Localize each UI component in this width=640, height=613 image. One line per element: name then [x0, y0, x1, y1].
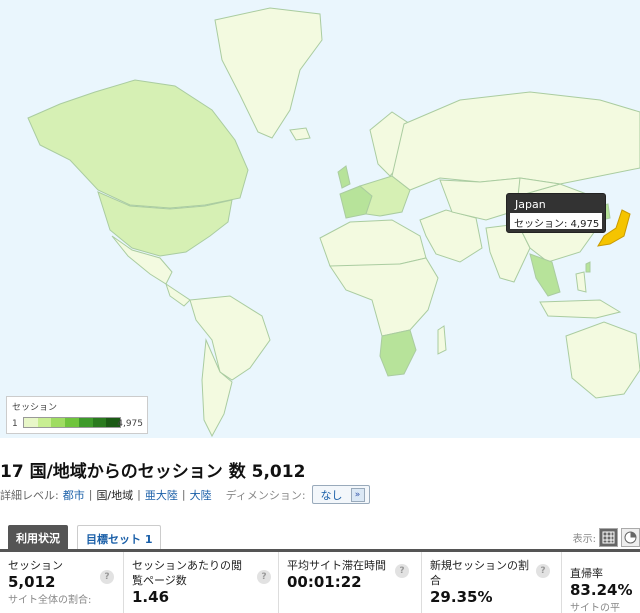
- metric-sub: サイトの平均:: [570, 603, 620, 613]
- metric-label: 新規セッションの割合: [430, 559, 529, 587]
- dimension-select-value: なし: [320, 488, 343, 502]
- country-australia[interactable]: [565, 321, 640, 399]
- metric-label: 直帰率: [570, 567, 603, 580]
- metric-pages-per-session: セッションあたりの閲覧ページ数 1.46 ?: [124, 552, 279, 613]
- country-indonesia[interactable]: [539, 299, 622, 319]
- dimension-label: ディメンション:: [225, 488, 306, 502]
- region-middle-east[interactable]: [419, 209, 483, 263]
- table-view-icon[interactable]: [599, 528, 618, 547]
- world-map[interactable]: Japan セッション: 4,975 セッション 1 4,975: [0, 0, 640, 438]
- separator: |: [88, 488, 93, 501]
- metric-value: 1.46: [132, 588, 170, 606]
- map-legend: セッション 1 4,975: [6, 396, 148, 434]
- help-icon[interactable]: ?: [257, 570, 271, 584]
- country-taiwan[interactable]: [585, 261, 591, 273]
- detail-link-country[interactable]: 国/地域: [96, 487, 133, 503]
- region-central-america[interactable]: [165, 282, 191, 307]
- detail-link-subcontinent[interactable]: 亜大陸: [145, 487, 178, 503]
- tooltip-sessions: セッション: 4,975: [510, 213, 602, 230]
- metric-label: 平均サイト滞在時間: [287, 559, 386, 572]
- metric-value: 00:01:22: [287, 573, 362, 591]
- legend-title: セッション: [12, 403, 58, 413]
- metrics-row: セッション 5,012 サイト全体の割合: ? セッションあたりの閲覧ページ数 …: [0, 549, 640, 613]
- help-icon[interactable]: ?: [536, 564, 550, 578]
- legend-swatch: [65, 418, 79, 427]
- legend-swatch: [24, 418, 38, 427]
- map-tooltip: Japan セッション: 4,975: [506, 193, 606, 233]
- metric-new-sessions: 新規セッションの割合 29.35% ?: [422, 552, 562, 613]
- legend-color-scale: [23, 417, 121, 428]
- metric-sessions: セッション 5,012 サイト全体の割合: ?: [0, 552, 124, 613]
- metric-value: 29.35%: [430, 588, 493, 606]
- country-russia[interactable]: [391, 91, 640, 191]
- dimension-select[interactable]: なし »: [311, 485, 370, 504]
- country-uk[interactable]: [337, 165, 351, 189]
- country-greenland[interactable]: [214, 7, 323, 139]
- view-label: 表示:: [572, 534, 596, 545]
- chevron-down-icon: »: [350, 487, 365, 502]
- separator: |: [137, 488, 141, 501]
- report-tabs: 利用状況 目標セット 1 表示:: [0, 525, 640, 550]
- tooltip-country: Japan: [515, 198, 546, 211]
- detail-link-continent[interactable]: 大陸: [190, 487, 212, 503]
- page-title: 17 国/地域からのセッション 数 5,012: [0, 462, 306, 482]
- help-icon[interactable]: ?: [395, 564, 409, 578]
- tab-usage[interactable]: 利用状況: [8, 525, 68, 550]
- metric-sub: サイト全体の割合:: [8, 595, 92, 606]
- legend-max: 4,975: [117, 419, 143, 429]
- metric-value: 5,012: [8, 573, 56, 591]
- metric-value: 83.24%: [570, 581, 633, 599]
- legend-swatch: [92, 418, 107, 427]
- legend-swatch: [78, 418, 93, 427]
- separator: |: [181, 488, 186, 501]
- legend-swatch: [37, 418, 52, 427]
- tab-goal-set-1[interactable]: 目標セット 1: [77, 525, 162, 550]
- help-icon[interactable]: ?: [100, 570, 114, 584]
- detail-level-label: 詳細レベル:: [0, 488, 59, 502]
- region-southeast-asia[interactable]: [529, 253, 561, 297]
- country-south-africa[interactable]: [379, 329, 417, 377]
- pie-view-icon[interactable]: [621, 528, 640, 547]
- region-africa-north[interactable]: [319, 219, 427, 269]
- country-philippines[interactable]: [575, 271, 587, 293]
- country-iceland[interactable]: [289, 127, 311, 141]
- country-madagascar[interactable]: [437, 325, 447, 355]
- metric-bounce-rate: 直帰率 83.24% サイトの平均:: [562, 552, 640, 613]
- country-brazil[interactable]: [189, 295, 271, 381]
- metric-label: セッション: [8, 559, 63, 572]
- detail-link-city[interactable]: 都市: [63, 487, 85, 503]
- metric-label: セッションあたりの閲覧ページ数: [132, 559, 242, 587]
- detail-level-bar: 詳細レベル: 都市 | 国/地域 | 亜大陸 | 大陸 ディメンション: なし …: [0, 485, 370, 504]
- metric-avg-session-duration: 平均サイト滞在時間 00:01:22 ?: [279, 552, 422, 613]
- region-africa-central[interactable]: [329, 257, 439, 337]
- view-switcher: 表示:: [573, 528, 640, 547]
- country-canada[interactable]: [27, 79, 249, 209]
- legend-min: 1: [12, 419, 18, 429]
- legend-swatch: [51, 418, 66, 427]
